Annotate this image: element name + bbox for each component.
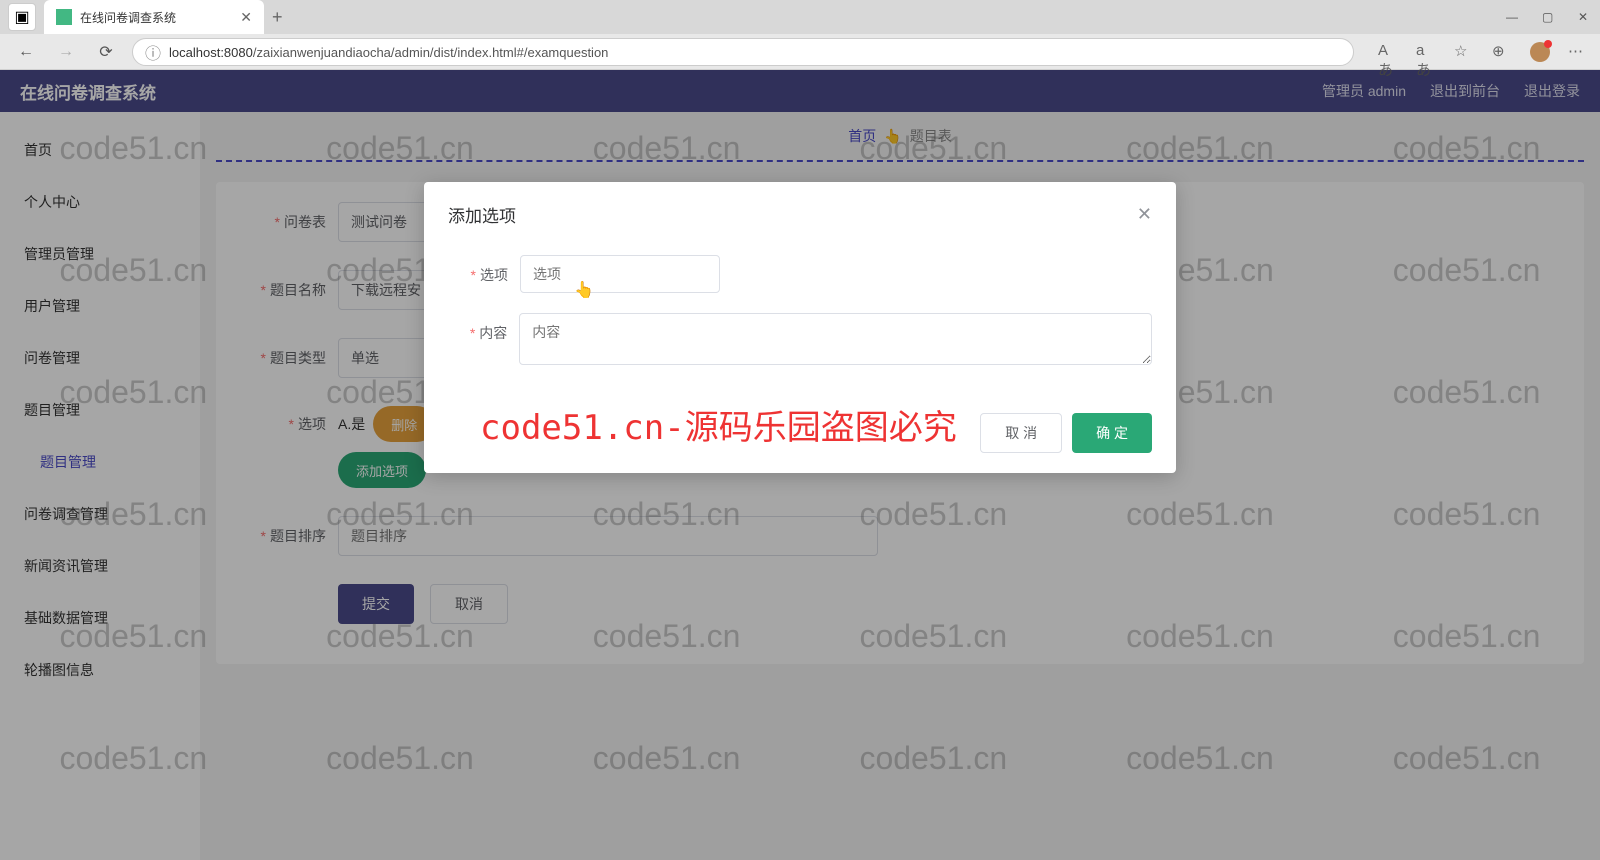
forward-button[interactable]: → <box>52 38 80 66</box>
url-input[interactable]: ⓘ localhost:8080/zaixianwenjuandiaocha/a… <box>132 38 1354 66</box>
browser-chrome: ▣ 在线问卷调查系统 ✕ + — ▢ ✕ ← → ⟳ ⓘ localhost:8… <box>0 0 1600 70</box>
info-icon: ⓘ <box>145 40 161 64</box>
modal-option-label: 选项 <box>480 267 508 283</box>
address-bar: ← → ⟳ ⓘ localhost:8080/zaixianwenjuandia… <box>0 34 1600 70</box>
minimize-icon[interactable]: — <box>1506 10 1520 24</box>
modal-content-label: 内容 <box>479 325 507 341</box>
modal-option-input[interactable] <box>520 255 720 293</box>
favorites-icon[interactable]: ☆ <box>1454 42 1474 62</box>
refresh-button[interactable]: ⟳ <box>92 38 120 66</box>
modal-cancel-button[interactable]: 取 消 <box>980 413 1062 453</box>
modal-close-icon[interactable]: ✕ <box>1137 204 1152 225</box>
modal-overlay[interactable]: 添加选项 ✕ *选项 *内容 取 消 确 定 <box>0 70 1600 860</box>
modal-title: 添加选项 <box>448 202 516 227</box>
profile-avatar[interactable] <box>1530 42 1550 62</box>
add-option-modal: 添加选项 ✕ *选项 *内容 取 消 确 定 <box>424 182 1176 473</box>
back-button[interactable]: ← <box>12 38 40 66</box>
tab-sidebar-icon[interactable]: ▣ <box>8 3 36 31</box>
maximize-icon[interactable]: ▢ <box>1542 10 1556 24</box>
new-tab-button[interactable]: + <box>272 7 283 28</box>
collections-icon[interactable]: ⊕ <box>1492 42 1512 62</box>
modal-content-textarea[interactable] <box>519 313 1152 365</box>
favicon-icon <box>56 9 72 25</box>
read-aloud-icon[interactable]: Aあ <box>1378 42 1398 62</box>
tab-bar: ▣ 在线问卷调查系统 ✕ + — ▢ ✕ <box>0 0 1600 34</box>
browser-tab[interactable]: 在线问卷调查系统 ✕ <box>44 0 264 34</box>
modal-confirm-button[interactable]: 确 定 <box>1072 413 1152 453</box>
tab-title: 在线问卷调查系统 <box>80 9 232 26</box>
translate-icon[interactable]: aあ <box>1416 42 1436 62</box>
tab-close-icon[interactable]: ✕ <box>240 9 252 26</box>
more-icon[interactable]: ⋯ <box>1568 42 1588 62</box>
close-window-icon[interactable]: ✕ <box>1578 10 1592 24</box>
